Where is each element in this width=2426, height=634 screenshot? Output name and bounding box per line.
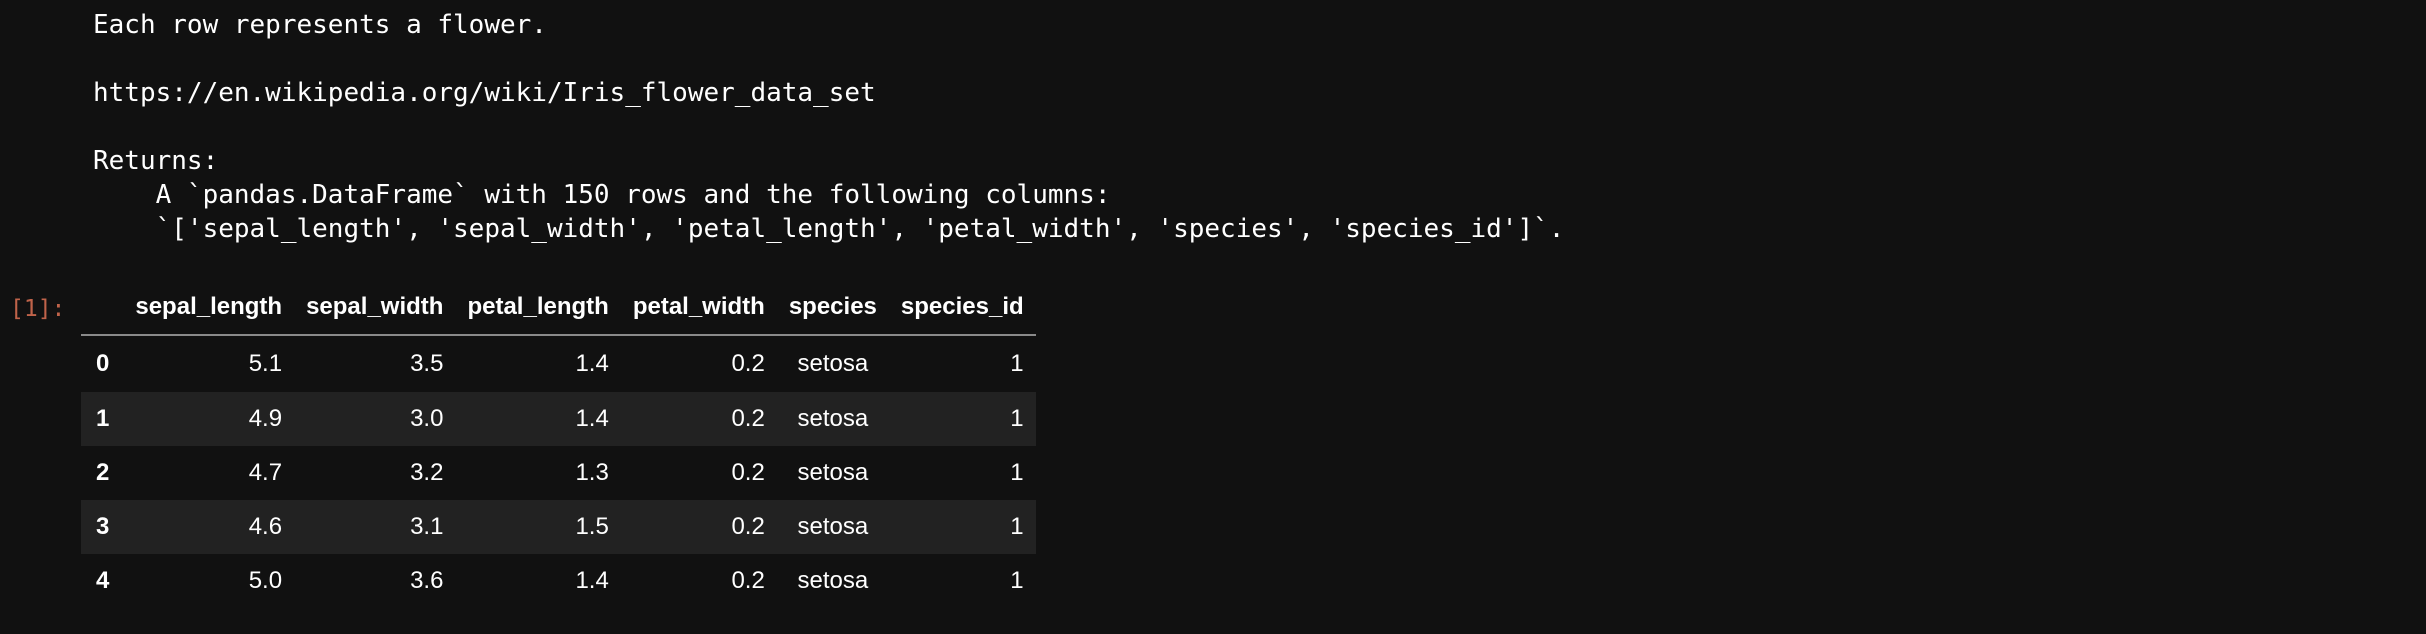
docstring-line: https://en.wikipedia.org/wiki/Iris_flowe… (93, 78, 876, 108)
table-cell: 1 (1010, 567, 1024, 594)
table-cell: 0.2 (731, 350, 765, 377)
docstring-line (93, 42, 1564, 76)
table-cell: setosa (797, 513, 869, 540)
table-cell: setosa (797, 405, 869, 432)
column-header: sepal_length (123, 280, 295, 336)
table-cell: 0.2 (731, 567, 765, 594)
table-cell: 4.9 (248, 405, 283, 432)
docstring-line: `['sepal_length', 'sepal_width', 'petal_… (93, 214, 1565, 244)
docstring-line: Each row represents a flower. (93, 10, 547, 40)
table-cell: 1 (1010, 513, 1024, 540)
table-cell: 5.1 (248, 350, 283, 377)
dataframe-table: sepal_length sepal_width petal_length pe… (81, 280, 1036, 608)
table-cell: 3.1 (410, 513, 444, 540)
table-cell: 3.2 (410, 459, 444, 486)
column-header: species_id (888, 280, 1036, 336)
table-cell: 0.2 (731, 459, 765, 486)
table-row: 2 4.7 3.2 1.3 0.2 setosa 1 (81, 446, 1036, 500)
table-cell: 1.3 (575, 459, 609, 486)
row-index: 4 (96, 567, 110, 594)
table-cell: 1.4 (575, 350, 609, 377)
row-index: 1 (96, 405, 110, 432)
docstring-output: Each row represents a flower. https://en… (93, 8, 1564, 246)
table-cell: 3.0 (410, 405, 444, 432)
table-cell: 1.5 (575, 513, 609, 540)
column-header: species (776, 280, 889, 336)
table-row: 1 4.9 3.0 1.4 0.2 setosa 1 (81, 392, 1036, 446)
table-cell: 5.0 (248, 567, 283, 594)
table-row: 3 4.6 3.1 1.5 0.2 setosa 1 (81, 500, 1036, 554)
table-cell: 3.6 (410, 567, 444, 594)
table-cell: 1 (1010, 459, 1024, 486)
docstring-line: Returns: (93, 146, 219, 176)
table-cell: setosa (797, 567, 869, 594)
column-header: sepal_width (294, 280, 456, 336)
column-header: petal_width (620, 280, 777, 336)
docstring-line: A `pandas.DataFrame` with 150 rows and t… (93, 180, 1111, 210)
table-header-row: sepal_length sepal_width petal_length pe… (81, 280, 1036, 336)
table-cell: 0.2 (731, 405, 765, 432)
row-index: 2 (96, 459, 110, 486)
table-row: 0 5.1 3.5 1.4 0.2 setosa 1 (81, 335, 1036, 392)
table-cell: 0.2 (731, 513, 765, 540)
table-cell: 1.4 (575, 405, 609, 432)
table-cell: 1 (1010, 405, 1024, 432)
row-index: 0 (96, 350, 110, 377)
table-cell: 1 (1010, 350, 1024, 377)
table-cell: 4.7 (248, 459, 283, 486)
table-cell: 4.6 (248, 513, 283, 540)
row-index: 3 (96, 513, 110, 540)
table-cell: setosa (797, 350, 869, 377)
index-header (81, 280, 124, 336)
cell-execution-prompt: [1]: (10, 296, 66, 322)
docstring-line (93, 110, 1564, 144)
table-cell: 3.5 (410, 350, 444, 377)
table-row: 4 5.0 3.6 1.4 0.2 setosa 1 (81, 554, 1036, 608)
table-cell: setosa (797, 459, 869, 486)
column-header: petal_length (455, 280, 621, 336)
table-cell: 1.4 (575, 567, 609, 594)
